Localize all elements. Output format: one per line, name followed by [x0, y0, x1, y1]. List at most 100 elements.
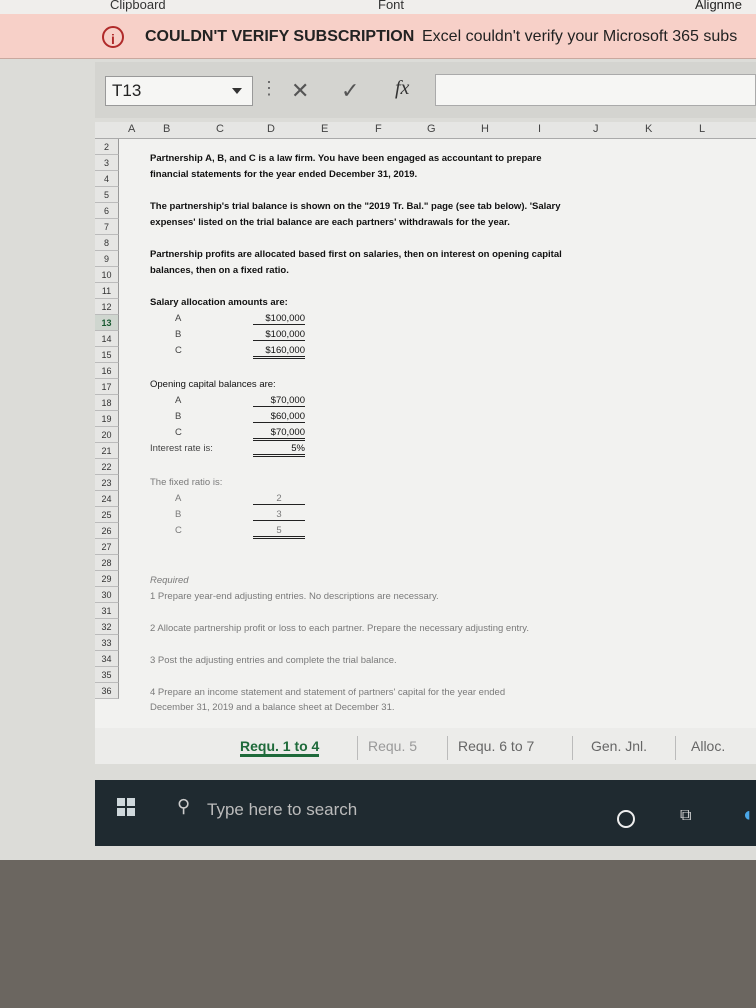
row-header[interactable]: 2 — [95, 139, 119, 155]
ratio-partner[interactable]: A — [175, 493, 181, 504]
row-header[interactable]: 10 — [95, 267, 119, 283]
column-header[interactable]: E — [321, 123, 328, 135]
row-header[interactable]: 22 — [95, 459, 119, 475]
column-header[interactable]: C — [216, 123, 224, 135]
row-header[interactable]: 31 — [95, 603, 119, 619]
row-header[interactable]: 6 — [95, 203, 119, 219]
required-heading[interactable]: Required — [150, 575, 189, 586]
requirement-1[interactable]: 1 Prepare year-end adjusting entries. No… — [150, 591, 439, 602]
ratio-value[interactable]: 3 — [253, 509, 305, 521]
row-header[interactable]: 15 — [95, 347, 119, 363]
edge-icon[interactable]: ◖ — [741, 804, 753, 827]
cell-text[interactable]: expenses' listed on the trial balance ar… — [150, 217, 510, 228]
row-header[interactable]: 7 — [95, 219, 119, 235]
row-header[interactable]: 24 — [95, 491, 119, 507]
tab-requ-6-to-7[interactable]: Requ. 6 to 7 — [458, 738, 534, 754]
cell-text[interactable]: financial statements for the year ended … — [150, 169, 417, 180]
insert-function-icon[interactable]: fx — [395, 77, 409, 100]
tab-gen-jnl[interactable]: Gen. Jnl. — [591, 738, 647, 754]
ratio-value[interactable]: 2 — [253, 493, 305, 505]
capital-amount[interactable]: $70,000 — [253, 427, 305, 441]
column-header[interactable]: L — [699, 123, 705, 135]
cell-text[interactable]: balances, then on a fixed ratio. — [150, 265, 289, 276]
capital-amount[interactable]: $70,000 — [253, 395, 305, 407]
capital-partner[interactable]: B — [175, 411, 181, 422]
ratio-partner[interactable]: B — [175, 509, 181, 520]
tab-requ-5[interactable]: Requ. 5 — [368, 738, 417, 754]
requirement-2[interactable]: 2 Allocate partnership profit or loss to… — [150, 623, 529, 634]
row-header[interactable]: 27 — [95, 539, 119, 555]
row-header[interactable]: 20 — [95, 427, 119, 443]
column-header[interactable]: B — [163, 123, 170, 135]
row-header[interactable]: 36 — [95, 683, 119, 699]
column-header[interactable]: A — [128, 123, 135, 135]
row-header[interactable]: 34 — [95, 651, 119, 667]
cell-text[interactable]: The partnership's trial balance is shown… — [150, 201, 561, 212]
row-header[interactable]: 16 — [95, 363, 119, 379]
column-header[interactable]: D — [267, 123, 275, 135]
search-icon[interactable]: ⚲ — [177, 796, 190, 817]
ribbon-label-alignment[interactable]: Alignme — [695, 0, 742, 12]
windows-icon[interactable] — [117, 798, 137, 818]
requirement-4-cont[interactable]: December 31, 2019 and a balance sheet at… — [150, 702, 395, 713]
row-header[interactable]: 28 — [95, 555, 119, 571]
row-header[interactable]: 17 — [95, 379, 119, 395]
salary-heading[interactable]: Salary allocation amounts are: — [150, 297, 288, 308]
row-header[interactable]: 3 — [95, 155, 119, 171]
column-header[interactable]: I — [538, 123, 541, 135]
column-header[interactable]: G — [427, 123, 436, 135]
interest-label[interactable]: Interest rate is: — [150, 443, 213, 454]
row-header[interactable]: 11 — [95, 283, 119, 299]
row-header[interactable]: 18 — [95, 395, 119, 411]
row-header[interactable]: 29 — [95, 571, 119, 587]
column-header[interactable]: H — [481, 123, 489, 135]
tab-requ-1-to-4[interactable]: Requ. 1 to 4 — [240, 738, 320, 757]
row-header[interactable]: 14 — [95, 331, 119, 347]
row-header[interactable]: 30 — [95, 587, 119, 603]
cell-text[interactable]: Partnership A, B, and C is a law firm. Y… — [150, 153, 542, 164]
column-header[interactable]: K — [645, 123, 652, 135]
row-header-selected[interactable]: 13 — [95, 315, 119, 331]
salary-partner[interactable]: A — [175, 313, 181, 324]
salary-partner[interactable]: C — [175, 345, 182, 356]
column-header[interactable]: F — [375, 123, 382, 135]
cortana-icon[interactable] — [617, 810, 635, 828]
column-header[interactable]: J — [593, 123, 599, 135]
taskbar-search-input[interactable]: Type here to search — [207, 800, 357, 820]
cancel-icon[interactable]: ✕ — [291, 78, 309, 104]
ratio-heading[interactable]: The fixed ratio is: — [150, 477, 222, 488]
cell-text[interactable]: Partnership profits are allocated based … — [150, 249, 562, 260]
row-header[interactable]: 12 — [95, 299, 119, 315]
more-options-icon[interactable]: ⋮ — [260, 78, 278, 99]
row-header[interactable]: 33 — [95, 635, 119, 651]
name-box[interactable]: T13 — [105, 76, 253, 106]
interest-value[interactable]: 5% — [253, 443, 305, 457]
formula-input[interactable] — [435, 74, 756, 106]
enter-icon[interactable]: ✓ — [341, 78, 359, 104]
requirement-3[interactable]: 3 Post the adjusting entries and complet… — [150, 655, 397, 666]
ratio-partner[interactable]: C — [175, 525, 182, 536]
row-header[interactable]: 25 — [95, 507, 119, 523]
row-header[interactable]: 19 — [95, 411, 119, 427]
row-header[interactable]: 26 — [95, 523, 119, 539]
task-view-icon[interactable]: ⧉ — [680, 808, 698, 826]
capital-partner[interactable]: A — [175, 395, 181, 406]
tab-alloc[interactable]: Alloc. — [691, 738, 725, 754]
row-header[interactable]: 5 — [95, 187, 119, 203]
capital-heading[interactable]: Opening capital balances are: — [150, 379, 276, 390]
row-header[interactable]: 35 — [95, 667, 119, 683]
row-header[interactable]: 23 — [95, 475, 119, 491]
salary-amount[interactable]: $160,000 — [253, 345, 305, 359]
requirement-4[interactable]: 4 Prepare an income statement and statem… — [150, 687, 505, 698]
ribbon-label-clipboard[interactable]: Clipboard — [110, 0, 166, 12]
row-header[interactable]: 4 — [95, 171, 119, 187]
salary-amount[interactable]: $100,000 — [253, 313, 305, 325]
row-header[interactable]: 21 — [95, 443, 119, 459]
worksheet-grid[interactable]: A B C D E F G H I J K L 2 3 4 5 6 7 8 9 … — [95, 122, 756, 742]
row-header[interactable]: 8 — [95, 235, 119, 251]
chevron-down-icon[interactable] — [232, 88, 242, 94]
capital-amount[interactable]: $60,000 — [253, 411, 305, 423]
capital-partner[interactable]: C — [175, 427, 182, 438]
salary-amount[interactable]: $100,000 — [253, 329, 305, 341]
salary-partner[interactable]: B — [175, 329, 181, 340]
